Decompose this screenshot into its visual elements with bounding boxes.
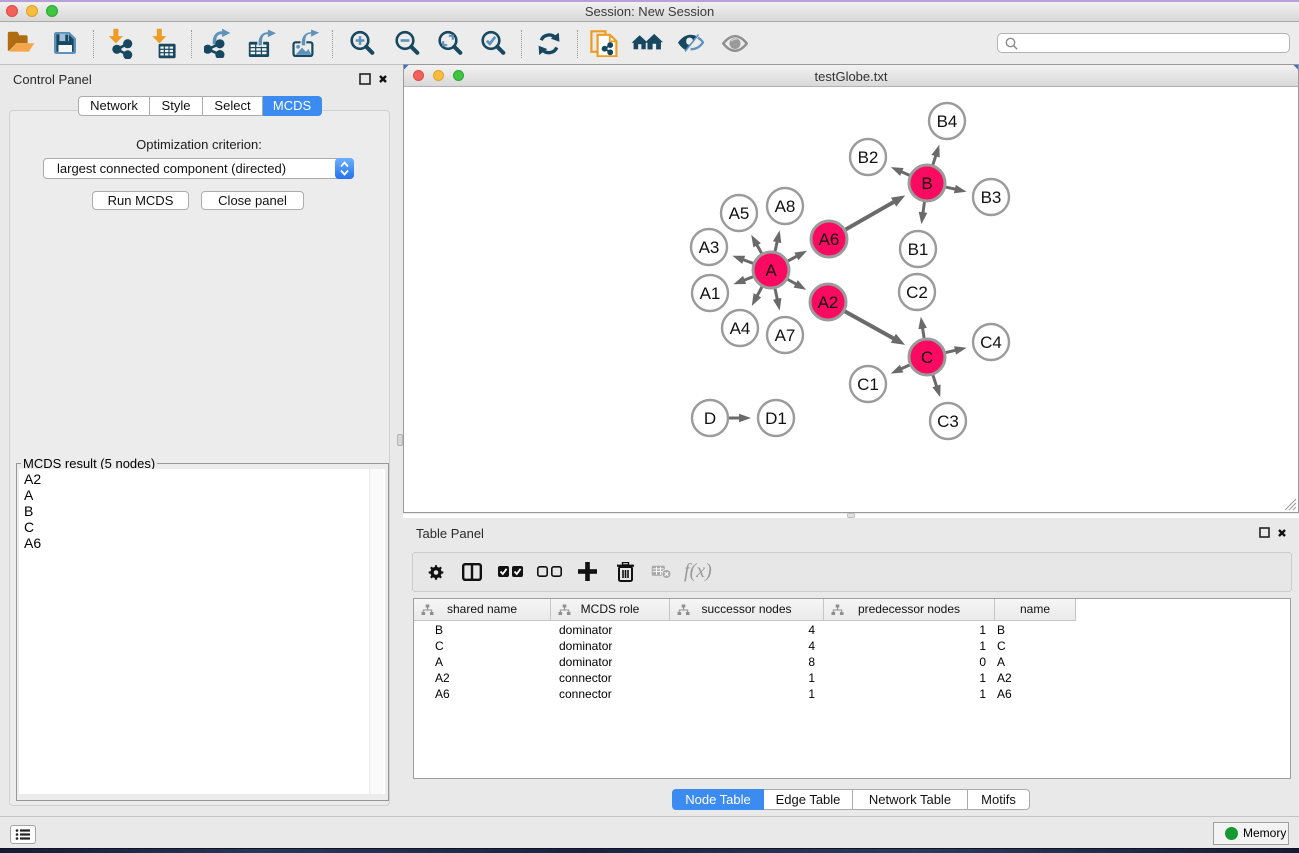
svg-text:A: A xyxy=(765,261,777,280)
svg-text:C4: C4 xyxy=(980,333,1002,352)
svg-text:C2: C2 xyxy=(906,283,928,302)
svg-text:B4: B4 xyxy=(937,112,958,131)
svg-text:A2: A2 xyxy=(818,293,839,312)
svg-text:D1: D1 xyxy=(765,409,787,428)
svg-text:B1: B1 xyxy=(908,240,929,259)
svg-text:A7: A7 xyxy=(775,326,796,345)
svg-text:D: D xyxy=(704,409,716,428)
svg-text:A8: A8 xyxy=(775,197,796,216)
svg-text:B3: B3 xyxy=(981,188,1002,207)
svg-text:A5: A5 xyxy=(729,204,750,223)
svg-text:C: C xyxy=(921,348,933,367)
svg-text:C3: C3 xyxy=(937,412,959,431)
svg-text:A1: A1 xyxy=(700,284,721,303)
svg-text:A3: A3 xyxy=(699,238,720,257)
svg-text:B: B xyxy=(921,174,932,193)
svg-text:A6: A6 xyxy=(819,230,840,249)
svg-text:C1: C1 xyxy=(857,375,879,394)
svg-text:B2: B2 xyxy=(858,148,879,167)
svg-text:A4: A4 xyxy=(730,319,751,338)
